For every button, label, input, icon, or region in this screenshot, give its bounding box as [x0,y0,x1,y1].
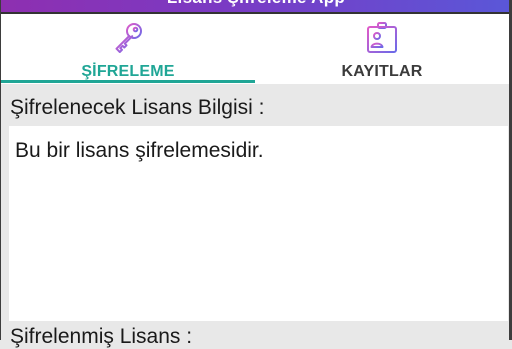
app-title: Lisans Şifreleme App [0,0,512,8]
source-license-label: Şifrelenecek Lisans Bilgisi : [10,96,265,119]
tab-kayitlar[interactable]: KAYITLAR [255,14,509,84]
window-frame-left [0,0,1,340]
key-icon [110,20,146,56]
tab-label: KAYITLAR [341,63,423,80]
tab-sifreleme[interactable]: ŞİFRELEME [1,14,255,84]
app-title-bar: Lisans Şifreleme App [0,0,512,12]
encrypted-license-label: Şifrelenmiş Lisans : [10,325,193,348]
tab-label: ŞİFRELEME [81,63,175,80]
tab-bar: ŞİFRELEME KAYITLAR [1,14,509,84]
id-badge-icon [364,20,400,56]
source-license-input[interactable]: Bu bir lisans şifrelemesidir. [9,126,508,321]
active-tab-indicator [1,80,255,83]
source-license-text: Bu bir lisans şifrelemesidir. [15,139,264,162]
